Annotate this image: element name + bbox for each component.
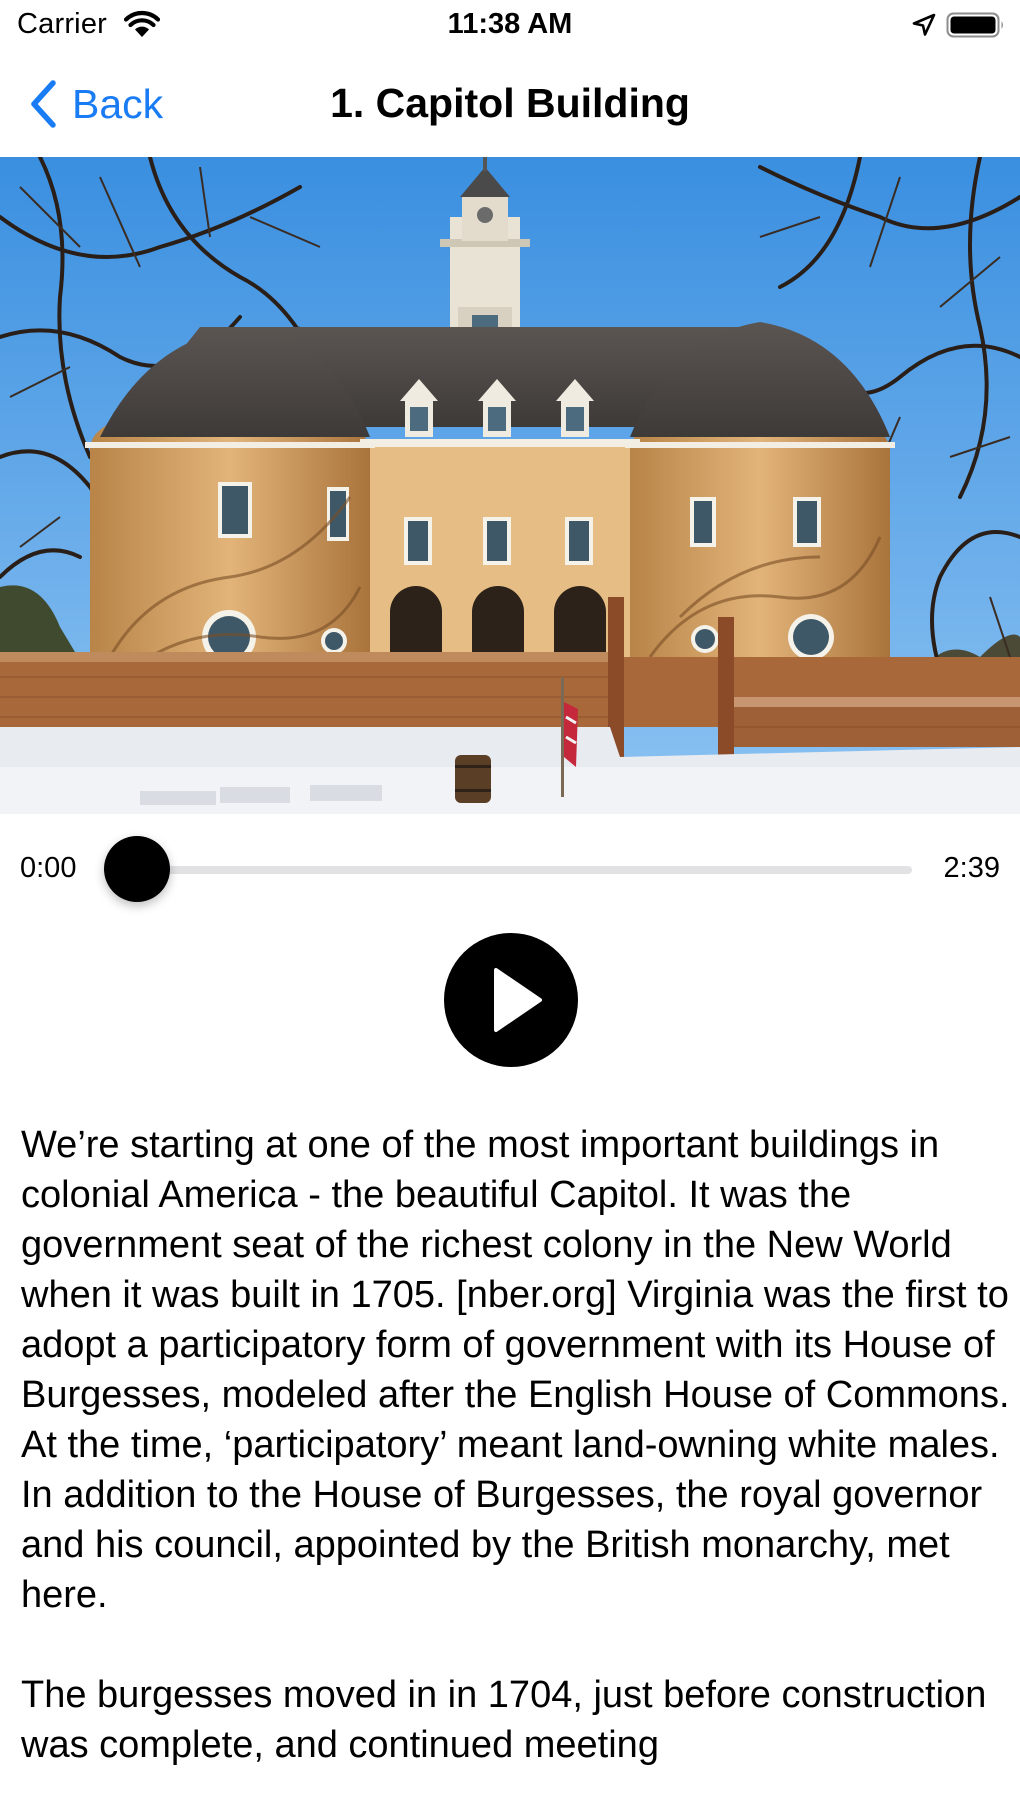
- description-paragraph-1: We’re starting at one of the most import…: [21, 1124, 1010, 1616]
- stop-description: We’re starting at one of the most import…: [21, 1120, 1011, 1820]
- status-bar: Carrier 11:38 AM: [0, 0, 1020, 52]
- play-button[interactable]: [444, 933, 578, 1067]
- total-duration: 2:39: [943, 852, 1000, 884]
- status-time: 11:38 AM: [447, 8, 573, 40]
- location-arrow-icon: [912, 13, 936, 36]
- progress-track[interactable]: [137, 866, 912, 874]
- capitol-building-photo: [0, 157, 1020, 814]
- navigation-bar: Back 1. Capitol Building: [0, 52, 1020, 156]
- play-icon: [494, 968, 542, 1032]
- battery-icon: [946, 12, 1003, 38]
- progress-slider-thumb[interactable]: [104, 836, 170, 902]
- page-title: 1. Capitol Building: [330, 80, 690, 126]
- elapsed-time: 0:00: [20, 852, 77, 884]
- description-paragraph-2: The burgesses moved in in 1704, just bef…: [21, 1674, 987, 1766]
